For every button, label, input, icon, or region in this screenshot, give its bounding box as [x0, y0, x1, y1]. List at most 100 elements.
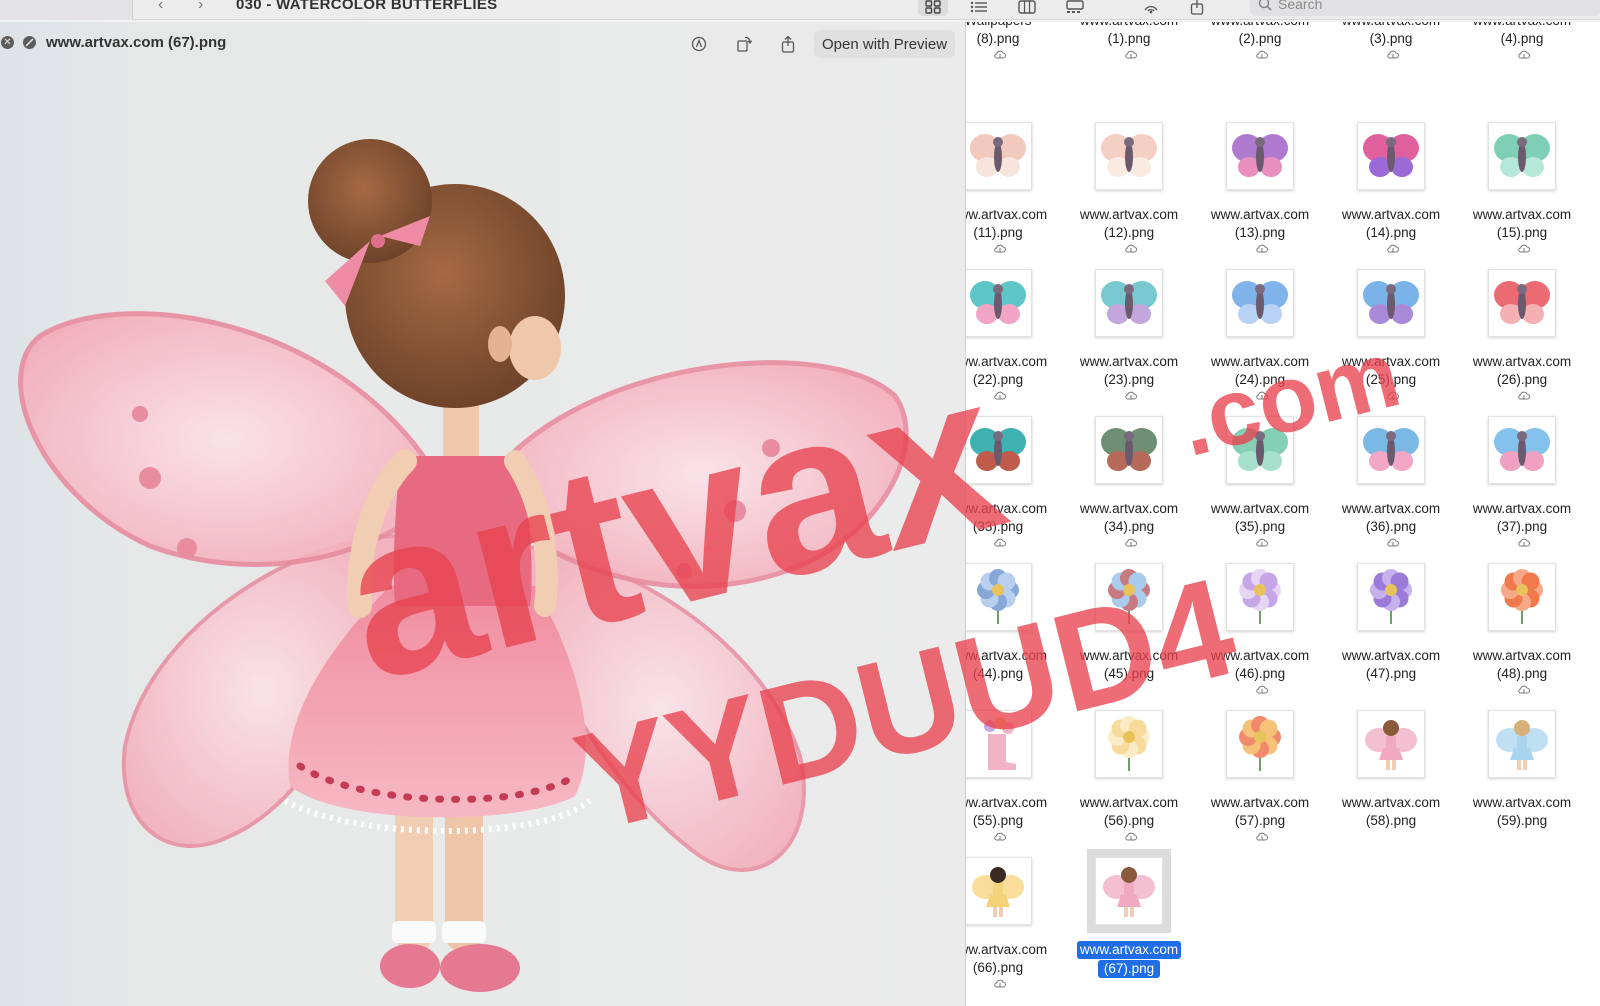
- file-item[interactable]: www.artvax.com (13).png: [1195, 122, 1325, 268]
- icloud-download-icon[interactable]: [1067, 242, 1194, 260]
- icloud-download-icon[interactable]: [1329, 242, 1456, 260]
- icloud-download-icon[interactable]: [966, 536, 1063, 554]
- file-name-number: (14).png: [1365, 225, 1417, 240]
- file-item[interactable]: www.artvax.com (37).png: [1457, 416, 1587, 562]
- icloud-download-icon[interactable]: [1198, 683, 1325, 701]
- grid-view-icon[interactable]: [918, 0, 948, 16]
- icloud-download-icon[interactable]: [1067, 830, 1194, 848]
- file-item[interactable]: www.artvax.com (11).png: [966, 122, 1063, 268]
- preview-title-bar: ✕ www.artvax.com (67).png Open with Prev…: [0, 22, 965, 66]
- file-name: www.artvax.com (66).png: [966, 941, 1063, 995]
- column-view-icon[interactable]: [1012, 0, 1042, 16]
- file-name-number: (33).png: [972, 519, 1024, 534]
- file-name-line2: (66).png: [966, 959, 1063, 995]
- icloud-download-icon[interactable]: [966, 48, 1063, 66]
- file-name-number: (25).png: [1365, 372, 1417, 387]
- file-item[interactable]: www.artvax.com (57).png: [1195, 710, 1325, 856]
- file-thumbnail: [1488, 563, 1556, 631]
- icloud-download-icon[interactable]: [1067, 536, 1194, 554]
- open-with-preview-button[interactable]: Open with Preview: [814, 30, 956, 58]
- icloud-download-icon[interactable]: [1460, 48, 1587, 66]
- file-item[interactable]: www.artvax.com (35).png: [1195, 416, 1325, 562]
- file-name-line1: www.artvax.com: [1341, 795, 1441, 810]
- list-view-icon[interactable]: [964, 0, 994, 16]
- file-name-line2: (22).png: [966, 371, 1063, 407]
- file-thumbnail: [966, 269, 1032, 337]
- file-item[interactable]: Wallpapers(8).png: [966, 22, 1063, 120]
- icloud-download-icon[interactable]: [966, 242, 1063, 260]
- icloud-download-icon[interactable]: [966, 830, 1063, 848]
- file-item[interactable]: www.artvax.com (59).png: [1457, 710, 1587, 856]
- file-item[interactable]: www.artvax.com (44).png: [966, 563, 1063, 709]
- file-item[interactable]: www.artvax.com (48).png: [1457, 563, 1587, 709]
- rotate-icon[interactable]: [733, 34, 755, 54]
- file-item[interactable]: www.artvax.com(2).png: [1195, 22, 1325, 120]
- file-thumbnail: [1357, 269, 1425, 337]
- icloud-download-icon[interactable]: [1329, 536, 1456, 554]
- file-item[interactable]: www.artvax.com (58).png: [1326, 710, 1456, 856]
- close-icon[interactable]: ✕: [1, 36, 14, 49]
- fullscreen-icon[interactable]: [23, 36, 36, 49]
- file-item[interactable]: www.artvax.com (23).png: [1064, 269, 1194, 415]
- file-item[interactable]: www.artvax.com (12).png: [1064, 122, 1194, 268]
- file-item[interactable]: www.artvax.com (45).png: [1064, 563, 1194, 709]
- share-icon[interactable]: [777, 34, 799, 54]
- file-item[interactable]: www.artvax.com (33).png: [966, 416, 1063, 562]
- icloud-download-icon[interactable]: [1067, 389, 1194, 407]
- file-name: www.artvax.com (58).png: [1326, 794, 1456, 830]
- forward-button[interactable]: ›: [198, 0, 203, 14]
- file-thumbnail: [1488, 122, 1556, 190]
- file-item[interactable]: www.artvax.com (15).png: [1457, 122, 1587, 268]
- file-name-number: (11).png: [973, 225, 1023, 240]
- file-item[interactable]: www.artvax.com (24).png: [1195, 269, 1325, 415]
- back-button[interactable]: ‹: [158, 0, 163, 14]
- file-item[interactable]: www.artvax.com(3).png: [1326, 22, 1456, 120]
- file-item[interactable]: www.artvax.com (46).png: [1195, 563, 1325, 709]
- file-name-number: (36).png: [1365, 519, 1417, 534]
- icloud-download-icon[interactable]: [1460, 536, 1587, 554]
- file-item[interactable]: www.artvax.com (66).png: [966, 857, 1063, 1003]
- icloud-download-icon[interactable]: [1198, 389, 1325, 407]
- file-name-line1: www.artvax.com: [1079, 207, 1179, 222]
- file-item[interactable]: www.artvax.com(67).png: [1064, 849, 1194, 1003]
- file-name-number: (45).png: [1103, 666, 1155, 681]
- file-item[interactable]: www.artvax.com (14).png: [1326, 122, 1456, 268]
- icloud-download-icon[interactable]: [966, 389, 1063, 407]
- icloud-download-icon[interactable]: [1198, 536, 1325, 554]
- file-name-line2: (8).png: [966, 30, 1063, 66]
- share-icon[interactable]: [1182, 0, 1212, 16]
- icloud-download-icon[interactable]: [1067, 48, 1194, 66]
- file-thumbnail: [966, 122, 1032, 190]
- file-item[interactable]: www.artvax.com (47).png: [1326, 563, 1456, 709]
- icloud-download-icon[interactable]: [1198, 48, 1325, 66]
- icloud-download-icon[interactable]: [966, 977, 1063, 995]
- file-name-line2: (67).png: [1097, 960, 1161, 978]
- file-item[interactable]: www.artvax.com(1).png: [1064, 22, 1194, 120]
- icloud-download-icon[interactable]: [1329, 48, 1456, 66]
- icloud-download-icon[interactable]: [1329, 389, 1456, 407]
- file-item[interactable]: www.artvax.com (25).png: [1326, 269, 1456, 415]
- icloud-download-icon[interactable]: [1460, 683, 1587, 701]
- file-name: www.artvax.com (13).png: [1195, 206, 1325, 260]
- search-field[interactable]: Search: [1250, 0, 1600, 16]
- icloud-download-icon[interactable]: [1460, 389, 1587, 407]
- file-item[interactable]: www.artvax.com (55).png: [966, 710, 1063, 856]
- file-item[interactable]: www.artvax.com (36).png: [1326, 416, 1456, 562]
- icloud-download-icon[interactable]: [1460, 242, 1587, 260]
- fairy-girl-illustration: [18, 139, 909, 992]
- file-name-line1: www.artvax.com: [1472, 207, 1572, 222]
- file-item[interactable]: www.artvax.com (34).png: [1064, 416, 1194, 562]
- file-name-number: (48).png: [1496, 666, 1548, 681]
- markup-icon[interactable]: [688, 34, 710, 54]
- file-item[interactable]: www.artvax.com(4).png: [1457, 22, 1587, 120]
- file-item[interactable]: www.artvax.com (56).png: [1064, 710, 1194, 856]
- icloud-download-icon[interactable]: [1198, 242, 1325, 260]
- icloud-download-icon[interactable]: [1198, 830, 1325, 848]
- airdrop-icon[interactable]: [1136, 0, 1166, 16]
- file-item[interactable]: www.artvax.com (22).png: [966, 269, 1063, 415]
- file-name: www.artvax.com (33).png: [966, 500, 1063, 554]
- file-item[interactable]: www.artvax.com (26).png: [1457, 269, 1587, 415]
- file-name-line2: (1).png: [1064, 30, 1194, 66]
- gallery-view-icon[interactable]: [1060, 0, 1090, 16]
- file-name-line2: (37).png: [1457, 518, 1587, 554]
